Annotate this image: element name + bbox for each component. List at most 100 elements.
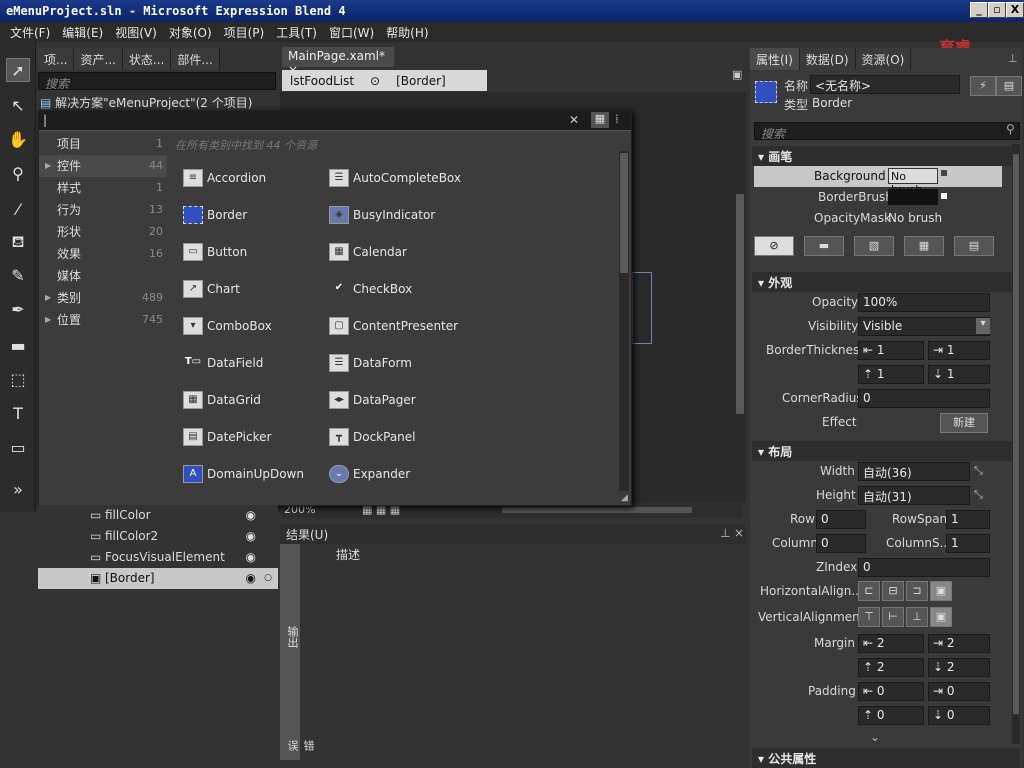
brush-borderbrush-row[interactable]: BorderBrush xyxy=(754,187,1002,208)
tab-properties[interactable]: 属性(I) xyxy=(750,48,800,70)
visibility-eye-icon[interactable]: ◉ xyxy=(246,526,256,547)
category-project[interactable]: 项目 1 xyxy=(39,133,167,155)
padding-bottom-field[interactable]: ⇣ 0 xyxy=(928,706,990,725)
menu-project[interactable]: 项目(P) xyxy=(218,24,271,41)
margin-right-field[interactable]: ⇥ 2 xyxy=(928,634,990,653)
control-dockpanel[interactable]: ┳ DockPanel xyxy=(329,426,469,448)
properties-vscroll[interactable] xyxy=(1012,144,1020,744)
layout-section[interactable]: ▾ 布局 xyxy=(752,441,1020,461)
chevron-down-icon[interactable]: ▾ xyxy=(976,318,990,334)
align-left-icon[interactable]: ⊏ xyxy=(858,581,880,601)
artboard-hscroll[interactable] xyxy=(502,507,692,513)
list-view-icon[interactable]: ⁞ xyxy=(615,112,619,126)
visibility-select[interactable]: Visible xyxy=(858,317,990,336)
menu-help[interactable]: 帮助(H) xyxy=(380,24,434,41)
advanced-marker-icon[interactable] xyxy=(941,170,947,176)
appearance-section[interactable]: ▾ 外观 xyxy=(752,272,1020,292)
results-tab[interactable]: 结果(U) xyxy=(286,526,328,543)
artboard-vscroll[interactable] xyxy=(734,94,746,498)
pen-icon[interactable]: ✒ xyxy=(6,298,30,322)
opacity-field[interactable]: 100% xyxy=(858,293,990,312)
name-field[interactable]: <无名称> xyxy=(810,75,960,94)
columnspan-field[interactable]: 1 xyxy=(946,534,990,553)
tab-data[interactable]: 数据(D) xyxy=(800,48,856,70)
solid-brush-icon[interactable]: ▬ xyxy=(804,236,844,256)
align-center-icon[interactable]: ⊟ xyxy=(882,581,904,601)
control-datafield[interactable]: T▭ DataField xyxy=(183,352,323,374)
text-tool-icon[interactable]: T xyxy=(6,402,30,426)
gradient-brush-icon[interactable]: ▧ xyxy=(854,236,894,256)
bt-left-field[interactable]: ⇤ 1 xyxy=(858,341,924,360)
left-search-input[interactable]: 搜索 xyxy=(38,72,276,91)
padding-right-field[interactable]: ⇥ 0 xyxy=(928,682,990,701)
breadcrumb-item-lstfoodlist[interactable]: lstFoodList xyxy=(282,74,362,88)
properties-view-icon[interactable]: ▤ xyxy=(996,76,1022,96)
control-checkbox[interactable]: ✔ CheckBox xyxy=(329,278,469,300)
no-brush-icon[interactable]: ⊘ xyxy=(754,236,794,256)
control-dataform[interactable]: ☰ DataForm xyxy=(329,352,469,374)
control-button[interactable]: ▭ Button xyxy=(183,241,323,263)
category-effects[interactable]: 效果 16 xyxy=(39,243,167,265)
pan-hand-icon[interactable]: ✋ xyxy=(6,128,30,152)
control-accordion[interactable]: ≡ Accordion xyxy=(183,167,323,189)
pencil-icon[interactable]: ✎ xyxy=(6,264,30,288)
breadcrumb-item-border[interactable]: [Border] xyxy=(388,74,454,88)
grid-view-icon[interactable]: ▦ xyxy=(591,112,609,128)
brush-background-row[interactable]: Background No brush xyxy=(754,166,1002,196)
output-tab[interactable]: 输出 xyxy=(284,626,300,648)
popup-vscroll-thumb[interactable] xyxy=(620,153,628,273)
properties-vscroll-thumb[interactable] xyxy=(1013,154,1019,714)
align-right-icon[interactable]: ⊐ xyxy=(906,581,928,601)
opacitymask-value[interactable]: No brush xyxy=(888,211,942,225)
tree-item-focusvisualelement[interactable]: ▭ FocusVisualElement ◉ xyxy=(38,547,278,568)
visibility-eye-icon[interactable]: ◉ xyxy=(246,547,256,568)
background-value[interactable]: No brush xyxy=(888,168,938,196)
margin-bottom-field[interactable]: ⇣ 2 xyxy=(928,658,990,677)
row-field[interactable]: 0 xyxy=(816,510,866,529)
clear-search-icon[interactable]: ✕ xyxy=(569,113,579,127)
properties-search-input[interactable]: 搜索 xyxy=(754,122,1020,141)
tile-brush-icon[interactable]: ▦ xyxy=(904,236,944,256)
brushes-section[interactable]: ▾ 画笔 xyxy=(752,146,1020,166)
tree-item-fillcolor[interactable]: ▭ fillColor ◉ xyxy=(38,505,278,526)
borderbrush-swatch[interactable] xyxy=(888,189,938,205)
direct-select-icon[interactable]: ↖ xyxy=(6,94,30,118)
control-domainupdown[interactable]: A DomainUpDown xyxy=(183,463,323,485)
margin-left-field[interactable]: ⇤ 2 xyxy=(858,634,924,653)
pin-icon[interactable]: ▣ xyxy=(732,68,746,82)
align-stretch-icon[interactable]: ▣ xyxy=(930,581,952,601)
bt-right-field[interactable]: ⇥ 1 xyxy=(928,341,990,360)
expand-more-icon[interactable]: ⌄ xyxy=(870,730,880,744)
new-effect-button[interactable]: 新建 xyxy=(940,413,988,433)
results-close-icon[interactable]: × xyxy=(734,526,744,540)
control-chart[interactable]: ↗ Chart xyxy=(183,278,323,300)
common-properties-section[interactable]: ▾ 公共属性 xyxy=(752,748,1020,768)
align-bottom-icon[interactable]: ⊥ xyxy=(906,607,928,627)
visibility-eye-icon[interactable]: ◉ xyxy=(246,568,256,589)
menu-edit[interactable]: 编辑(E) xyxy=(56,24,109,41)
properties-pin-icon[interactable]: ⊥ xyxy=(1008,52,1018,65)
control-datepicker[interactable]: ▤ DatePicker xyxy=(183,426,323,448)
advanced-marker-icon[interactable] xyxy=(941,193,947,199)
lock-toggle-icon[interactable]: ○ xyxy=(264,568,272,589)
results-pin-icon[interactable]: ⊥ xyxy=(720,526,730,540)
align-vstretch-icon[interactable]: ▣ xyxy=(930,607,952,627)
menu-object[interactable]: 对象(O) xyxy=(163,24,218,41)
tab-assets[interactable]: 资产... xyxy=(74,48,123,70)
align-middle-icon[interactable]: ⊢ xyxy=(882,607,904,627)
margin-top-field[interactable]: ⇡ 2 xyxy=(858,658,924,677)
expand-arrows-icon[interactable]: ⤡ xyxy=(974,464,983,478)
document-tab[interactable]: MainPage.xaml* × xyxy=(282,47,394,77)
control-calendar[interactable]: ▦ Calendar xyxy=(329,241,469,263)
menu-tools[interactable]: 工具(T) xyxy=(270,24,323,41)
category-styles[interactable]: 样式 1 xyxy=(39,177,167,199)
brush-opacitymask-row[interactable]: OpacityMask No brush xyxy=(754,208,1002,229)
rectangle-icon[interactable]: ▬ xyxy=(6,334,30,358)
maximize-button[interactable]: ▫ xyxy=(988,2,1006,18)
bt-bottom-field[interactable]: ⇣ 1 xyxy=(928,365,990,384)
height-field[interactable]: 自动(31) xyxy=(858,486,970,505)
category-media[interactable]: 媒体 xyxy=(39,265,167,287)
padding-top-field[interactable]: ⇡ 0 xyxy=(858,706,924,725)
control-autocompletebox[interactable]: ☰ AutoCompleteBox xyxy=(329,167,469,189)
control-combobox[interactable]: ▾ ComboBox xyxy=(183,315,323,337)
